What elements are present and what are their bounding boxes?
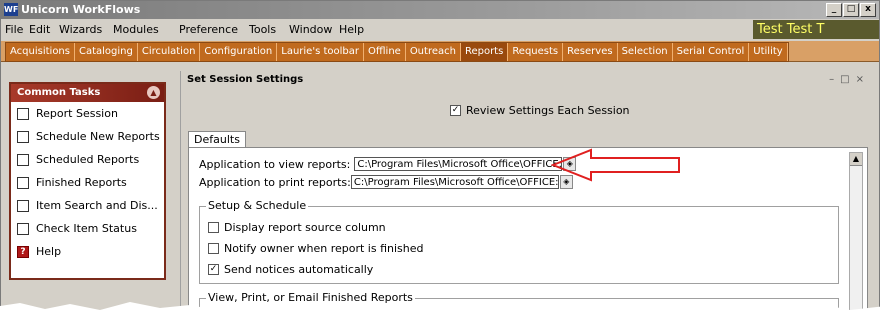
menu-modules[interactable]: Modules <box>113 23 159 36</box>
menu-bar: File Edit Wizards Modules Preference Too… <box>1 19 879 40</box>
task-label: Help <box>36 245 62 258</box>
scheduled-reports-icon <box>17 153 29 166</box>
menu-help[interactable]: Help <box>339 23 364 36</box>
schedule-report-icon <box>17 130 29 143</box>
review-settings-checkbox[interactable]: ✓ <box>450 105 461 116</box>
finished-reports-icon <box>17 176 29 189</box>
tab-circulation[interactable]: Circulation <box>138 43 201 61</box>
tab-outreach[interactable]: Outreach <box>406 43 461 61</box>
tab-configuration[interactable]: Configuration <box>200 43 278 61</box>
panel-controls[interactable]: –□× <box>829 74 870 85</box>
task-label: Check Item Status <box>36 222 137 235</box>
task-item-search[interactable]: Item Search and Dis... <box>11 194 164 217</box>
review-settings-label: Review Settings Each Session <box>466 104 630 117</box>
title-bar: WF Unicorn WorkFlows _ □ x <box>1 1 879 19</box>
task-help[interactable]: ? Help <box>11 240 164 263</box>
app-icon: WF <box>4 3 19 16</box>
module-tabs: Acquisitions Cataloging Circulation Conf… <box>5 42 789 62</box>
task-label: Finished Reports <box>36 176 127 189</box>
menu-tools[interactable]: Tools <box>249 23 276 36</box>
tab-utility[interactable]: Utility <box>749 43 788 61</box>
tab-defaults[interactable]: Defaults <box>188 131 246 148</box>
setup-schedule-legend: Setup & Schedule <box>206 199 309 212</box>
option-notify-owner[interactable]: Notify owner when report is finished <box>208 242 424 255</box>
menu-window[interactable]: Window <box>289 23 332 36</box>
window-controls: _ □ x <box>826 3 876 17</box>
option-label: Notify owner when report is finished <box>224 242 424 255</box>
review-settings-option[interactable]: ✓ Review Settings Each Session <box>450 104 630 117</box>
collapse-icon[interactable]: ▲ <box>147 86 160 99</box>
app-window: WF Unicorn WorkFlows _ □ x File Edit Wiz… <box>0 0 880 318</box>
option-label: Send notices automatically <box>224 263 374 276</box>
annotation-arrow-icon <box>551 148 680 182</box>
print-app-field[interactable]: C:\Program Files\Microsoft Office\OFFICE… <box>350 175 559 189</box>
torn-edge-decoration <box>0 302 886 325</box>
print-app-row: Application to print reports: C:\Program… <box>199 175 573 189</box>
tab-selection[interactable]: Selection <box>618 43 673 61</box>
defaults-tab-content: Application to view reports: C:\Program … <box>188 147 868 317</box>
setup-schedule-group: Setup & Schedule Display report source c… <box>199 199 839 284</box>
common-tasks-header: Common Tasks ▲ <box>11 84 164 102</box>
tab-acquisitions[interactable]: Acquisitions <box>6 43 75 61</box>
notify-owner-checkbox[interactable] <box>208 243 219 254</box>
task-label: Scheduled Reports <box>36 153 140 166</box>
user-name-display: Test Test T <box>753 20 879 39</box>
tab-cataloging[interactable]: Cataloging <box>75 43 138 61</box>
tab-serial-control[interactable]: Serial Control <box>673 43 750 61</box>
tab-reserves[interactable]: Reserves <box>563 43 618 61</box>
send-notices-checkbox[interactable]: ✓ <box>208 264 219 275</box>
tab-lauries-toolbar[interactable]: Laurie's toolbar <box>277 43 364 61</box>
tab-reports[interactable]: Reports <box>460 43 509 61</box>
maximize-button[interactable]: □ <box>843 3 859 17</box>
minimize-button[interactable]: _ <box>826 3 842 17</box>
tab-requests[interactable]: Requests <box>508 43 564 61</box>
window-title: Unicorn WorkFlows <box>21 3 141 16</box>
view-app-field[interactable]: C:\Program Files\Microsoft Office\OFFICE… <box>354 157 563 171</box>
view-app-row: Application to view reports: C:\Program … <box>199 157 577 171</box>
task-scheduled-reports[interactable]: Scheduled Reports <box>11 148 164 171</box>
task-schedule-new-reports[interactable]: Schedule New Reports <box>11 125 164 148</box>
vertical-scrollbar[interactable]: ▲ <box>849 152 863 312</box>
task-report-session[interactable]: Report Session <box>11 102 164 125</box>
menu-edit[interactable]: Edit <box>29 23 50 36</box>
menu-preference[interactable]: Preference <box>179 23 238 36</box>
menu-file[interactable]: File <box>5 23 23 36</box>
task-label: Item Search and Dis... <box>36 199 158 212</box>
common-tasks-box: Common Tasks ▲ Report Session Schedule N… <box>9 82 166 280</box>
task-finished-reports[interactable]: Finished Reports <box>11 171 164 194</box>
task-label: Report Session <box>36 107 118 120</box>
option-display-source[interactable]: Display report source column <box>208 221 386 234</box>
menu-wizards[interactable]: Wizards <box>59 23 102 36</box>
module-toolbar: Acquisitions Cataloging Circulation Conf… <box>1 41 879 62</box>
tab-offline[interactable]: Offline <box>364 43 406 61</box>
item-search-icon <box>17 199 29 212</box>
task-label: Schedule New Reports <box>36 130 160 143</box>
task-check-item-status[interactable]: Check Item Status <box>11 217 164 240</box>
common-tasks-title: Common Tasks <box>17 87 101 98</box>
close-button[interactable]: x <box>860 3 876 17</box>
print-app-label: Application to print reports: <box>199 175 351 189</box>
option-label: Display report source column <box>224 221 386 234</box>
session-settings-panel: Set Session Settings –□× ✓ Review Settin… <box>180 71 879 317</box>
help-icon: ? <box>17 245 29 258</box>
option-send-notices[interactable]: ✓ Send notices automatically <box>208 263 373 276</box>
panel-title: Set Session Settings <box>187 74 304 85</box>
display-source-checkbox[interactable] <box>208 222 219 233</box>
scroll-up-arrow-icon[interactable]: ▲ <box>850 153 862 166</box>
check-item-icon <box>17 222 29 235</box>
view-app-label: Application to view reports: <box>199 157 351 171</box>
report-session-icon <box>17 107 29 120</box>
task-pane: Common Tasks ▲ Report Session Schedule N… <box>1 62 179 317</box>
